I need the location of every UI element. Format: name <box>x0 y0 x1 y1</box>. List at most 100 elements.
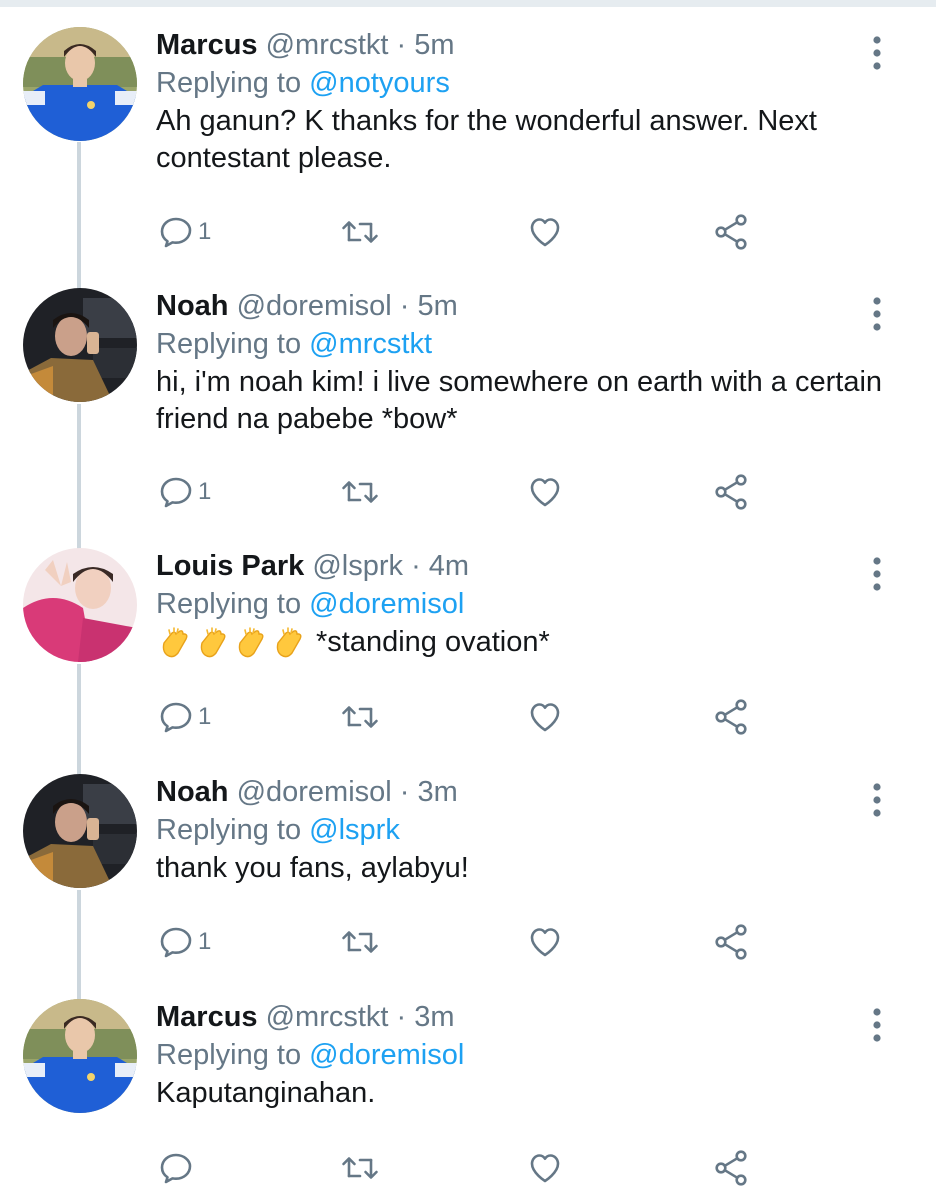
mention-link[interactable]: @lsprk <box>309 814 400 846</box>
more-options-button[interactable] <box>862 1005 892 1045</box>
tweet-header: Marcus @mrcstkt · 5m <box>156 27 455 63</box>
timestamp[interactable]: 5m <box>414 29 454 61</box>
username[interactable]: @mrcstkt <box>266 1001 389 1033</box>
share-button[interactable] <box>712 917 752 967</box>
share-icon <box>712 212 752 252</box>
replying-to: Replying to @mrcstkt <box>156 326 432 362</box>
retweet-button[interactable] <box>340 917 380 967</box>
heart-icon <box>527 214 563 250</box>
more-options-button[interactable] <box>862 554 892 594</box>
more-vertical-icon <box>862 33 892 73</box>
display-name[interactable]: Louis Park <box>156 550 304 582</box>
username[interactable]: @doremisol <box>237 290 392 322</box>
tweet-header: Noah @doremisol · 3m <box>156 774 458 810</box>
avatar[interactable] <box>23 548 137 662</box>
reply-button[interactable]: 1 <box>158 692 211 742</box>
like-button[interactable] <box>527 692 563 742</box>
reply-count: 1 <box>198 928 212 955</box>
timestamp[interactable]: 3m <box>418 776 458 808</box>
tweet-header: Noah @doremisol · 5m <box>156 288 458 324</box>
more-options-button[interactable] <box>862 33 892 73</box>
tweet-header: Louis Park @lsprk · 4m <box>156 548 469 584</box>
tweet-text: thank you fans, aylabyu! <box>156 852 469 884</box>
replying-to-label: Replying to <box>156 588 310 620</box>
retweet-icon <box>340 924 380 960</box>
username[interactable]: @lsprk <box>312 550 403 582</box>
retweet-icon <box>340 474 380 510</box>
more-vertical-icon <box>862 780 892 820</box>
replying-to-label: Replying to <box>156 67 310 99</box>
reply-icon <box>158 1150 194 1186</box>
reply-button[interactable]: 1 <box>158 467 211 517</box>
replying-to: Replying to @doremisol <box>156 1037 464 1073</box>
timestamp[interactable]: 3m <box>414 1001 454 1033</box>
replying-to-label: Replying to <box>156 1039 310 1071</box>
tweet-text: hi, i'm noah kim! i live somewhere on ea… <box>156 366 883 435</box>
clapping-hands-emoji <box>156 625 308 661</box>
more-vertical-icon <box>862 1005 892 1045</box>
mention-link[interactable]: @doremisol <box>309 588 464 620</box>
avatar[interactable] <box>23 27 137 141</box>
retweet-button[interactable] <box>340 467 380 517</box>
tweet-actions: 1 <box>0 467 936 517</box>
heart-icon <box>527 699 563 735</box>
tweet-header: Marcus @mrcstkt · 3m <box>156 999 455 1035</box>
timestamp[interactable]: 4m <box>429 550 469 582</box>
more-vertical-icon <box>862 294 892 334</box>
tweet-text: *standing ovation* <box>156 624 896 661</box>
like-button[interactable] <box>527 207 563 257</box>
more-options-button[interactable] <box>862 294 892 334</box>
replying-to: Replying to @notyours <box>156 65 450 101</box>
share-icon <box>712 472 752 512</box>
share-button[interactable] <box>712 692 752 742</box>
more-options-button[interactable] <box>862 780 892 820</box>
like-button[interactable] <box>527 917 563 967</box>
username[interactable]: @mrcstkt <box>266 29 389 61</box>
reply-button[interactable]: 1 <box>158 207 211 257</box>
timestamp[interactable]: 5m <box>418 290 458 322</box>
tweet-actions: 1 <box>0 917 936 967</box>
retweet-icon <box>340 699 380 735</box>
separator: · <box>391 290 418 322</box>
tweet-actions: 1 <box>0 692 936 742</box>
share-button[interactable] <box>712 467 752 517</box>
display-name[interactable]: Marcus <box>156 29 258 61</box>
share-button[interactable] <box>712 207 752 257</box>
mention-link[interactable]: @mrcstkt <box>309 328 432 360</box>
replying-to: Replying to @doremisol <box>156 586 464 622</box>
tweet-text: Kaputanginahan. <box>156 1077 376 1109</box>
retweet-icon <box>340 1150 380 1186</box>
separator: · <box>403 550 429 582</box>
display-name[interactable]: Noah <box>156 290 229 322</box>
mention-link[interactable]: @doremisol <box>309 1039 464 1071</box>
avatar[interactable] <box>23 774 137 888</box>
retweet-button[interactable] <box>340 207 380 257</box>
heart-icon <box>527 924 563 960</box>
avatar[interactable] <box>23 288 137 402</box>
tweet-actions: 1 <box>0 207 936 257</box>
tweet-text-body: *standing ovation* <box>316 626 550 658</box>
tweet-actions <box>0 1143 936 1193</box>
heart-icon <box>527 1150 563 1186</box>
reply-icon <box>158 924 194 960</box>
separator: · <box>388 1001 415 1033</box>
reply-button[interactable]: 1 <box>158 917 211 967</box>
like-button[interactable] <box>527 467 563 517</box>
like-button[interactable] <box>527 1143 563 1193</box>
display-name[interactable]: Marcus <box>156 1001 258 1033</box>
retweet-button[interactable] <box>340 1143 380 1193</box>
avatar[interactable] <box>23 999 137 1113</box>
reply-icon <box>158 474 194 510</box>
reply-count: 1 <box>198 478 212 505</box>
replying-to-label: Replying to <box>156 814 310 846</box>
share-icon <box>712 1148 752 1188</box>
reply-icon <box>158 699 194 735</box>
more-vertical-icon <box>862 554 892 594</box>
top-divider <box>0 0 936 7</box>
retweet-button[interactable] <box>340 692 380 742</box>
reply-button[interactable] <box>158 1143 198 1193</box>
display-name[interactable]: Noah <box>156 776 229 808</box>
share-button[interactable] <box>712 1143 752 1193</box>
mention-link[interactable]: @notyours <box>309 67 450 99</box>
username[interactable]: @doremisol <box>237 776 392 808</box>
